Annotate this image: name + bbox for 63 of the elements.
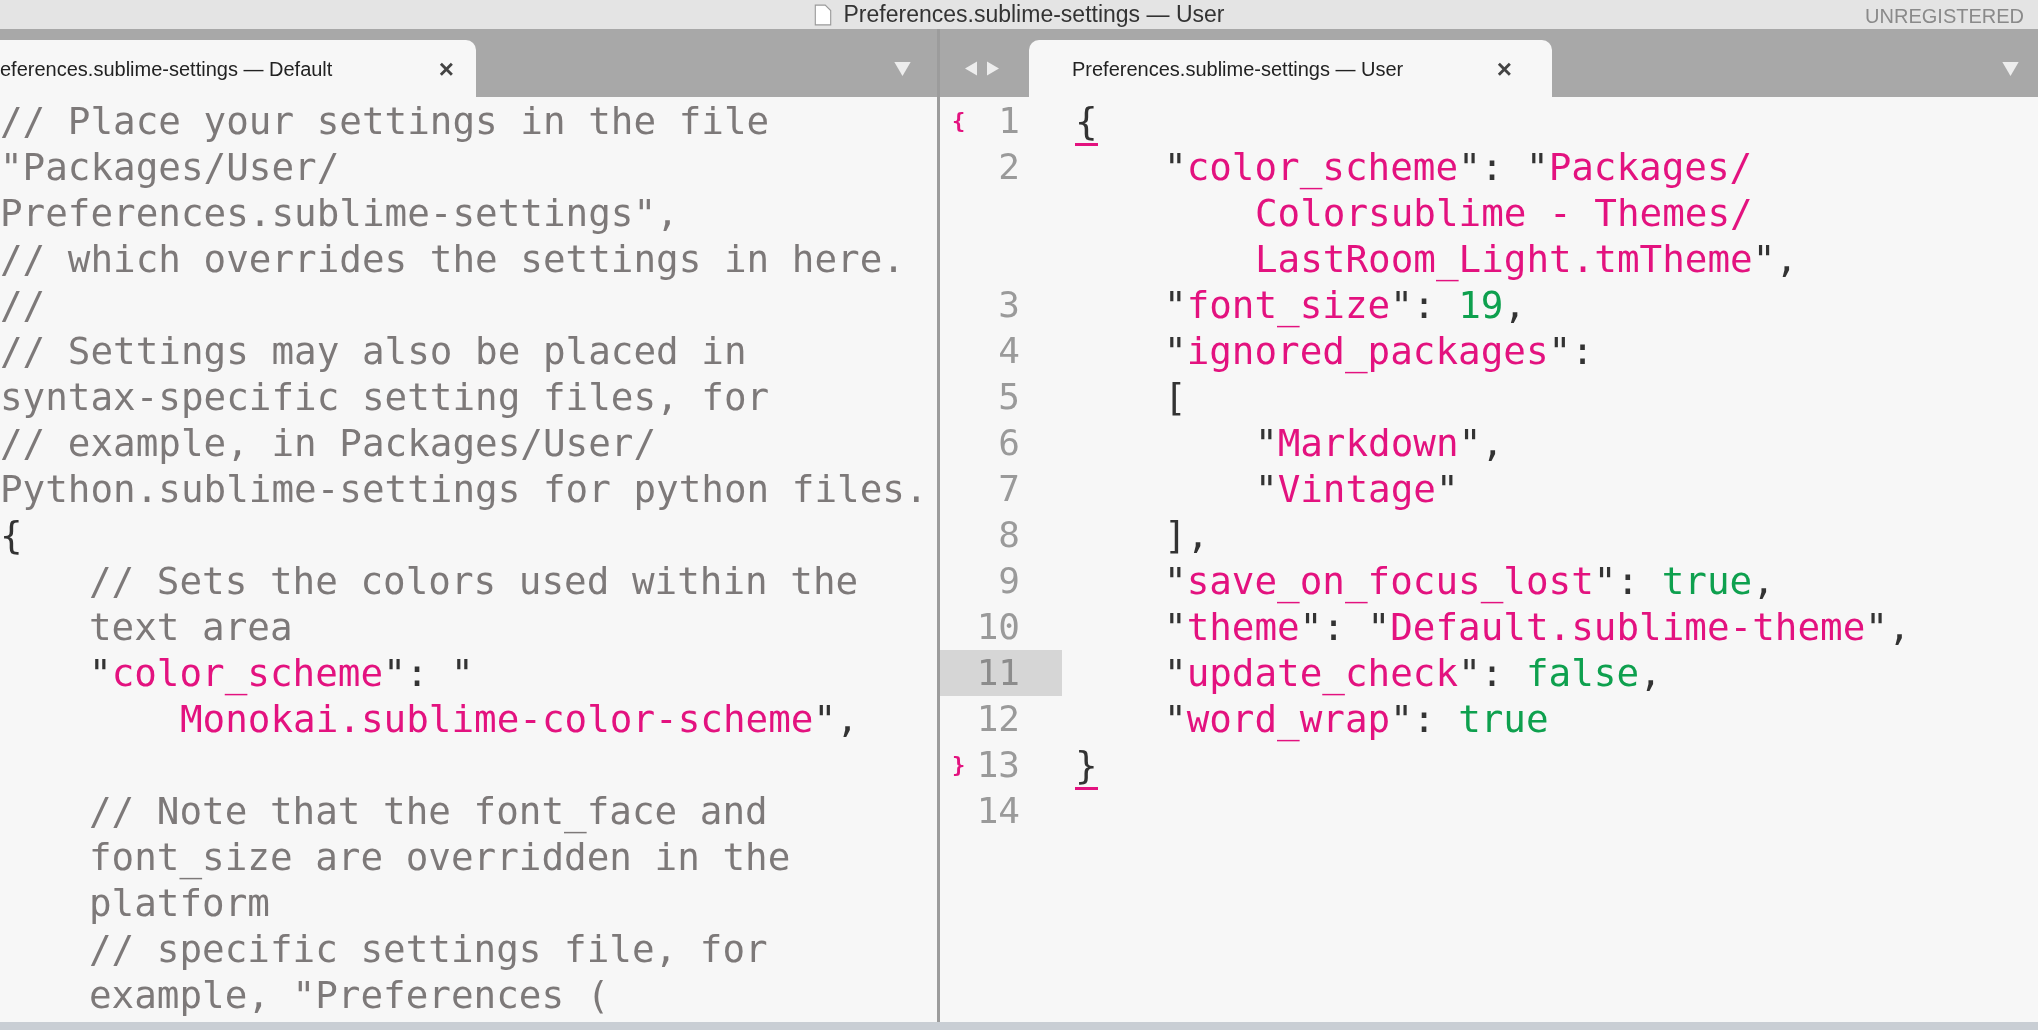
fold-marker[interactable]: } <box>952 752 966 777</box>
line-number: 14 <box>976 790 1020 831</box>
window-title: Preferences.sublime-settings — User <box>843 0 1225 30</box>
code-line: "Vintage" <box>1254 466 1460 512</box>
code-line: "theme": "Default.sublime-theme", <box>1163 604 1912 650</box>
code-line: "color_scheme": " <box>88 650 475 696</box>
code-line: Preferences.sublime-settings", <box>0 190 680 236</box>
line-number: 4 <box>998 330 1020 371</box>
line-number: 6 <box>998 422 1020 463</box>
code-line: } <box>1075 742 2038 788</box>
code-line: "Markdown", <box>1254 420 1505 466</box>
code-line: "update_check": false, <box>1163 650 1663 696</box>
code-line: example, "Preferences ( <box>88 972 611 1018</box>
line-number: 1 <box>998 100 1020 141</box>
code-line: "Packages/User/ <box>0 144 341 190</box>
document-icon <box>813 3 832 26</box>
line-number: 12 <box>976 698 1020 739</box>
code-line: // Sets the colors used within the <box>88 558 860 604</box>
code-line: "ignored_packages": <box>1163 328 1595 374</box>
code-line: // Place your settings in the file <box>0 98 771 144</box>
dropdown-icon[interactable] <box>2002 61 2019 76</box>
code-line: // Note that the font_face and <box>88 788 769 834</box>
code-line: syntax-specific setting files, for <box>0 374 771 420</box>
line-number: 11 <box>976 652 1020 693</box>
code-line: font_size are overridden in the <box>88 834 792 880</box>
line-number: 9 <box>998 560 1020 601</box>
code-line: // Settings may also be placed in <box>0 328 748 374</box>
code-line: // which overrides the settings in here. <box>0 236 906 282</box>
close-icon[interactable]: × <box>1496 55 1512 82</box>
code-line: // specific settings file, for <box>88 926 769 972</box>
code-line: Colorsublime - Themes/ <box>1254 190 1754 236</box>
line-number: 13 <box>976 744 1020 785</box>
line-number: 8 <box>998 514 1020 555</box>
tab-title: eferences.sublime-settings — Default <box>0 56 333 82</box>
code-line: ], <box>1163 512 1211 558</box>
editor-tab[interactable]: Preferences.sublime-settings — User × <box>1029 40 1552 97</box>
code-line: [ <box>1163 374 1188 420</box>
code-line: { <box>1075 98 2038 144</box>
code-line: { <box>0 512 24 558</box>
registration-status: UNREGISTERED <box>1865 4 2024 29</box>
code-line: "color_scheme": "Packages/ <box>1163 144 1754 190</box>
line-number: 2 <box>998 146 1020 187</box>
code-line: Monokai.sublime-color-scheme", <box>179 696 860 742</box>
close-icon[interactable]: × <box>438 55 454 82</box>
fold-marker[interactable]: { <box>952 108 966 133</box>
tab-title: Preferences.sublime-settings — User <box>1072 56 1404 82</box>
code-line: // example, in Packages/User/ <box>0 420 658 466</box>
left-arrow-icon[interactable] <box>965 61 977 76</box>
code-line: // <box>0 282 47 328</box>
code-line: LastRoom_Light.tmTheme", <box>1254 236 1799 282</box>
line-number: 10 <box>976 606 1020 647</box>
code-line: "save_on_focus_lost": true, <box>1163 558 1776 604</box>
code-line: "word_wrap": true <box>1163 696 1550 742</box>
code-line: platform <box>88 880 271 926</box>
code-line: "font_size": 19, <box>1163 282 1527 328</box>
line-number: 5 <box>998 376 1020 417</box>
dropdown-icon[interactable] <box>894 61 911 76</box>
line-number: 7 <box>998 468 1020 509</box>
right-arrow-icon[interactable] <box>987 61 999 76</box>
editor-tab[interactable]: eferences.sublime-settings — Default × <box>0 40 476 97</box>
line-number: 3 <box>998 284 1020 325</box>
code-line: text area <box>88 604 294 650</box>
code-line: Python.sublime-settings for python files. <box>0 466 929 512</box>
